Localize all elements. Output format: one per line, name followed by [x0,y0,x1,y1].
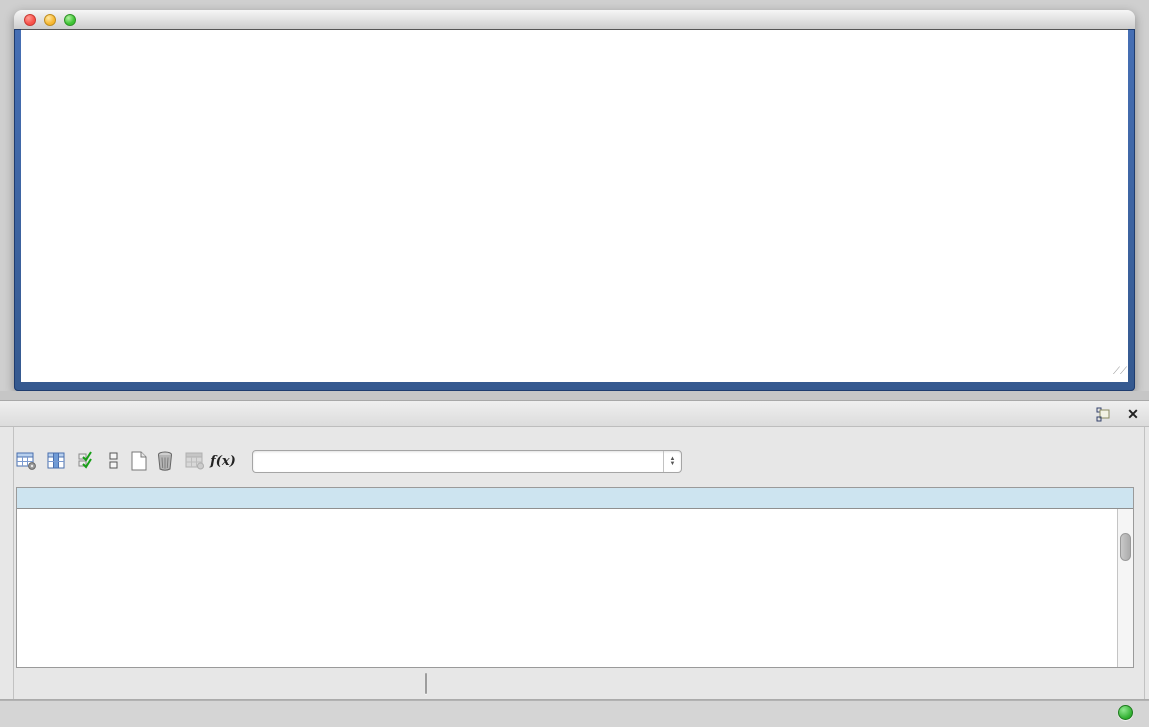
table-scrollbar[interactable] [1117,509,1133,667]
table-header-row [17,488,1133,509]
minimize-window-icon[interactable] [44,14,56,26]
close-panel-icon[interactable]: ✕ [1124,404,1142,424]
table-panel-header: ✕ [0,400,1149,427]
close-window-icon[interactable] [24,14,36,26]
new-column-icon[interactable] [126,448,152,474]
table-selector-dropdown[interactable]: ▲▼ [252,450,682,473]
column-chooser-icon[interactable] [44,448,70,474]
row-height-icon[interactable] [101,448,127,474]
table-scrollbar-thumb[interactable] [1120,533,1131,561]
node-attribute-table [16,487,1134,668]
network-view-frame: ⟋⟋ [14,29,1135,391]
import-table-icon[interactable] [182,448,208,474]
panel-splitter[interactable] [0,391,1149,400]
table-settings-icon[interactable] [14,448,40,474]
zoom-window-icon[interactable] [64,14,76,26]
canvas-resize-grip-icon[interactable]: ⟋⟋ [1113,367,1125,379]
table-panel-body: f(x) ▲▼ [0,427,1149,700]
citation-graph[interactable] [21,30,1128,382]
traffic-lights [24,10,76,29]
network-window: ⟋⟋ [14,10,1135,391]
network-window-titlebar[interactable] [14,10,1135,30]
network-canvas[interactable]: ⟋⟋ [21,29,1128,382]
dropdown-arrows-icon: ▲▼ [663,451,681,472]
memory-status-icon[interactable] [1118,705,1133,720]
float-panel-icon[interactable] [1096,407,1112,422]
delete-column-icon[interactable] [152,448,178,474]
select-rows-icon[interactable] [74,448,100,474]
status-bar [0,700,1149,727]
table-tabbar [425,673,427,694]
function-builder-icon[interactable]: f(x) [210,448,236,474]
